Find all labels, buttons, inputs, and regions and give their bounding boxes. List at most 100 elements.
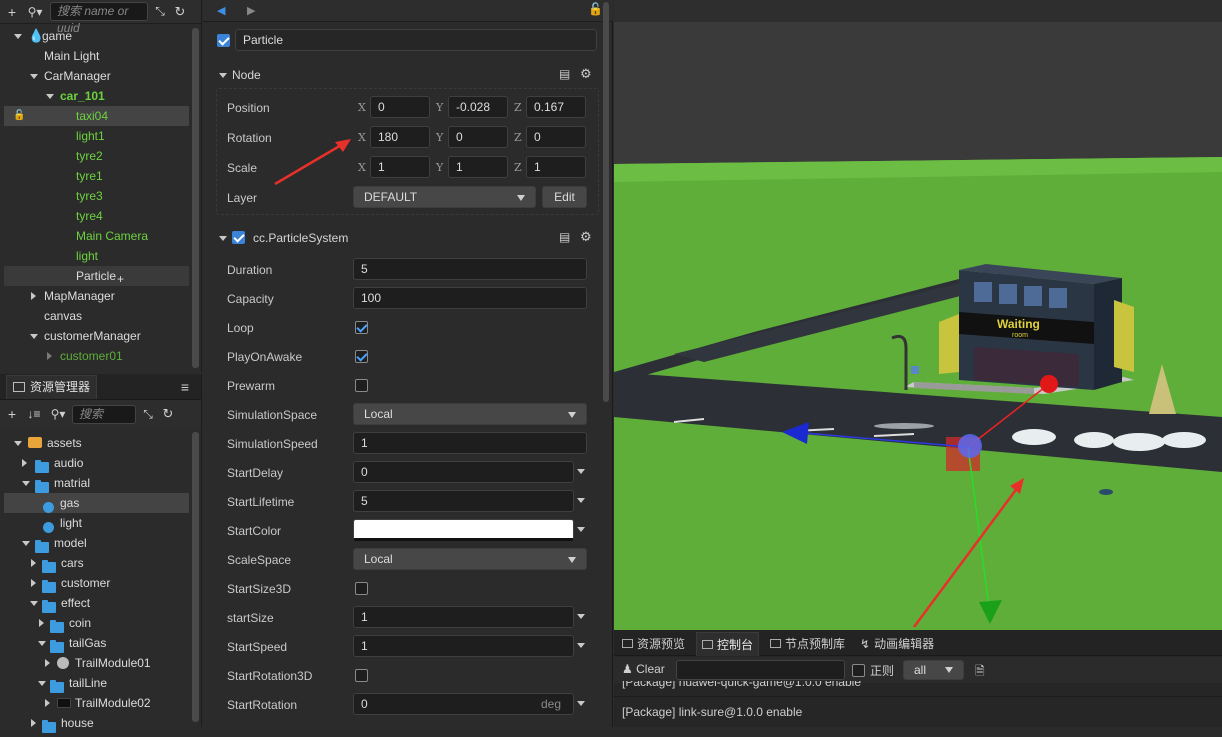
playonawake-checkbox[interactable] bbox=[355, 350, 368, 363]
search-filter-icon[interactable]: ⚲▾ bbox=[48, 407, 68, 421]
clear-button[interactable]: ♟ Clear bbox=[622, 662, 665, 676]
startsize-input[interactable]: 1 bbox=[353, 606, 574, 628]
book-icon[interactable]: ▤ bbox=[559, 67, 570, 81]
asset-assets[interactable]: assets bbox=[4, 433, 189, 453]
tree-node-canvas[interactable]: canvas bbox=[4, 306, 189, 326]
rotation-x-input[interactable]: 180 bbox=[370, 126, 430, 148]
ps-enabled-checkbox[interactable] bbox=[232, 231, 245, 244]
expand-icon[interactable] bbox=[22, 459, 27, 467]
scale-x-input[interactable]: 1 bbox=[370, 156, 430, 178]
lock-icon[interactable]: 🔓 bbox=[588, 2, 603, 16]
asset-gas[interactable]: gas bbox=[4, 493, 189, 514]
tab-animation-editor[interactable]: ↯ 动画编辑器 bbox=[856, 632, 938, 656]
asset-tailgas[interactable]: tailGas bbox=[4, 633, 189, 654]
tree-node-taxi04[interactable]: 🔓 taxi04 bbox=[4, 106, 189, 126]
asset-model[interactable]: model bbox=[4, 533, 189, 554]
position-z-input[interactable]: 0.167 bbox=[526, 96, 586, 118]
expand-icon[interactable] bbox=[38, 641, 46, 646]
asset-trailmodule01[interactable]: TrailModule01 bbox=[4, 653, 189, 673]
tree-node-main-camera[interactable]: Main Camera bbox=[4, 226, 189, 246]
file-icon[interactable]: 🗎 bbox=[975, 662, 985, 683]
scalespace-select[interactable]: Local bbox=[353, 548, 587, 570]
refresh-icon[interactable]: ↻ bbox=[160, 406, 176, 422]
rotation-y-input[interactable]: 0 bbox=[448, 126, 508, 148]
asset-effect[interactable]: effect bbox=[4, 593, 189, 614]
expand-icon[interactable] bbox=[30, 74, 38, 79]
prewarm-checkbox[interactable] bbox=[355, 379, 368, 392]
tree-node-particle[interactable]: Particle + bbox=[4, 266, 189, 286]
ps-section-collapse-icon[interactable] bbox=[219, 236, 227, 241]
expand-icon[interactable] bbox=[31, 559, 36, 567]
tree-node-tyre2[interactable]: tyre2 bbox=[4, 146, 189, 166]
tree-node-light1[interactable]: light1 bbox=[4, 126, 189, 146]
collapse-icon[interactable]: ⤡ bbox=[140, 407, 156, 422]
tree-node-customer01[interactable]: customer01 bbox=[4, 346, 189, 366]
hierarchy-search-input[interactable]: 搜索 name or uuid bbox=[50, 2, 148, 35]
rotation-z-input[interactable]: 0 bbox=[526, 126, 586, 148]
asset-house[interactable]: house bbox=[4, 713, 189, 734]
gear-icon[interactable]: ⚙ bbox=[580, 229, 592, 245]
scale-z-input[interactable]: 1 bbox=[526, 156, 586, 178]
node-name-input[interactable]: Particle bbox=[235, 29, 597, 51]
layer-select[interactable]: DEFAULT bbox=[353, 186, 536, 208]
expand-icon[interactable] bbox=[31, 292, 36, 300]
menu-icon[interactable]: ≡ bbox=[181, 379, 189, 395]
expand-icon[interactable] bbox=[22, 481, 30, 486]
search-filter-icon[interactable]: ⚲▾ bbox=[24, 5, 46, 19]
node-active-checkbox[interactable] bbox=[217, 34, 230, 47]
tree-node-game[interactable]: 💧 game bbox=[4, 26, 189, 46]
tree-node-car101[interactable]: car_101 bbox=[4, 86, 189, 106]
expand-icon[interactable] bbox=[38, 681, 46, 686]
expand-icon[interactable] bbox=[39, 619, 44, 627]
asset-trailmodule02[interactable]: TrailModule02 bbox=[4, 693, 189, 713]
scale-y-input[interactable]: 1 bbox=[448, 156, 508, 178]
asset-light[interactable]: light bbox=[4, 513, 189, 534]
asset-cars[interactable]: cars bbox=[4, 553, 189, 574]
capacity-input[interactable]: 100 bbox=[353, 287, 587, 309]
asset-audio[interactable]: audio bbox=[4, 453, 189, 474]
expand-icon[interactable] bbox=[30, 601, 38, 606]
tab-asset-preview[interactable]: 资源预览 bbox=[618, 632, 689, 656]
startsize3d-checkbox[interactable] bbox=[355, 582, 368, 595]
simulationspace-select[interactable]: Local bbox=[353, 403, 587, 425]
expand-icon[interactable] bbox=[45, 659, 50, 667]
tree-node-tyre3[interactable]: tyre3 bbox=[4, 186, 189, 206]
expand-icon[interactable] bbox=[14, 34, 22, 39]
log-level-select[interactable]: all bbox=[903, 660, 964, 680]
position-x-input[interactable]: 0 bbox=[370, 96, 430, 118]
chevron-down-icon[interactable] bbox=[577, 614, 585, 619]
assets-search-input[interactable]: 搜索 name bbox=[72, 404, 136, 424]
collapse-icon[interactable]: ⤡ bbox=[152, 4, 168, 19]
startspeed-input[interactable]: 1 bbox=[353, 635, 574, 657]
expand-icon[interactable] bbox=[14, 441, 22, 446]
chevron-down-icon[interactable] bbox=[577, 469, 585, 474]
tree-node-light[interactable]: light bbox=[4, 246, 189, 266]
chevron-down-icon[interactable] bbox=[577, 701, 585, 706]
position-y-input[interactable]: -0.028 bbox=[448, 96, 508, 118]
hierarchy-scrollbar[interactable] bbox=[192, 28, 199, 368]
expand-icon[interactable] bbox=[30, 334, 38, 339]
startcolor-swatch[interactable] bbox=[353, 519, 574, 541]
inspector-scrollbar[interactable] bbox=[603, 2, 609, 402]
expand-icon[interactable] bbox=[47, 352, 52, 360]
tree-node-mapmanager[interactable]: MapManager bbox=[4, 286, 189, 306]
expand-icon[interactable] bbox=[31, 719, 36, 727]
asset-coin[interactable]: coin bbox=[4, 613, 189, 634]
expand-icon[interactable] bbox=[31, 579, 36, 587]
scene-view[interactable]: Waiting room bbox=[614, 0, 1222, 630]
asset-matrial[interactable]: matrial bbox=[4, 473, 189, 494]
node-section-collapse-icon[interactable] bbox=[219, 73, 227, 78]
tree-node-customermanager[interactable]: customerManager bbox=[4, 326, 189, 346]
assets-tab[interactable]: 资源管理器 bbox=[6, 374, 98, 399]
refresh-icon[interactable]: ↻ bbox=[172, 4, 188, 20]
chevron-down-icon[interactable] bbox=[577, 527, 585, 532]
startrotation-input[interactable]: 0 deg bbox=[353, 693, 574, 715]
asset-customer[interactable]: customer bbox=[4, 573, 189, 594]
chevron-down-icon[interactable] bbox=[577, 498, 585, 503]
duration-input[interactable]: 5 bbox=[353, 258, 587, 280]
regex-checkbox[interactable] bbox=[852, 664, 865, 677]
tab-console[interactable]: 控制台 bbox=[696, 632, 760, 656]
back-icon[interactable]: ◀ bbox=[217, 4, 225, 17]
expand-icon[interactable] bbox=[46, 94, 54, 99]
add-icon[interactable]: + bbox=[4, 4, 20, 20]
